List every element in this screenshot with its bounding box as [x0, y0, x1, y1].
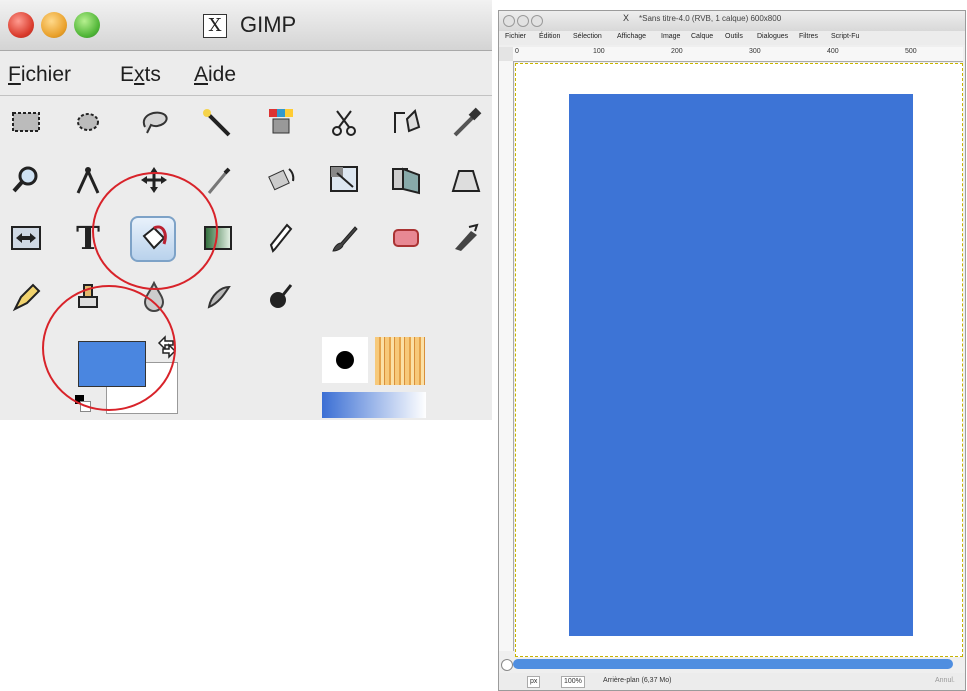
scale-icon[interactable] — [324, 160, 364, 200]
gradient-preview[interactable] — [322, 392, 426, 418]
menu-aide[interactable]: Aide — [194, 63, 236, 87]
menu-selection[interactable]: Sélection — [573, 33, 602, 40]
zoom-selector[interactable]: 100% — [561, 676, 585, 688]
ruler-label: 0 — [515, 48, 519, 55]
vertical-ruler[interactable] — [499, 61, 514, 651]
image-window-statusbar: px 100% Arrière-plan (6,37 Mo) Annul. — [499, 673, 965, 690]
menu-calque[interactable]: Calque — [691, 33, 713, 40]
measure-icon[interactable] — [68, 160, 108, 200]
toolbox-title: GIMP — [240, 12, 297, 37]
minimize-window-button[interactable] — [41, 12, 67, 38]
eraser-icon[interactable] — [386, 218, 426, 258]
dodge-burn-icon[interactable] — [260, 276, 300, 316]
color-picker-icon[interactable] — [446, 102, 486, 142]
zoom-window-button[interactable] — [74, 12, 100, 38]
menu-fichier[interactable]: Fichier — [505, 33, 526, 40]
shear-icon[interactable] — [386, 160, 426, 200]
select-by-color-icon[interactable] — [260, 102, 300, 142]
pattern-preview[interactable] — [375, 337, 425, 385]
pencil-icon[interactable] — [260, 218, 300, 258]
unit-selector[interactable]: px — [527, 676, 541, 688]
airbrush-icon[interactable] — [446, 218, 486, 258]
ruler-label: 500 — [905, 48, 917, 55]
layer-info: Arrière-plan (6,37 Mo) — [603, 677, 672, 684]
brush-preview[interactable] — [322, 337, 368, 383]
image-window-title: *Sans titre-4.0 (RVB, 1 calque) 600x800 — [639, 14, 782, 23]
zoom-window-button[interactable] — [531, 15, 543, 27]
menu-mnemonic: A — [194, 63, 209, 86]
image-window: X *Sans titre-4.0 (RVB, 1 calque) 600x80… — [498, 10, 966, 691]
image-canvas[interactable] — [515, 63, 963, 657]
paintbrush-icon[interactable] — [324, 218, 364, 258]
menu-outils[interactable]: Outils — [725, 33, 743, 40]
menu-mnemonic: F — [8, 63, 21, 86]
menu-fichier[interactable]: Fichier — [8, 63, 71, 87]
paths-icon[interactable] — [386, 102, 426, 142]
ellipse-select-icon[interactable] — [68, 102, 108, 142]
close-window-button[interactable] — [8, 12, 34, 38]
cancel-button[interactable]: Annul. — [935, 677, 955, 684]
quick-mask-corner[interactable] — [499, 47, 514, 62]
toolbox-window: X GIMP Fichier Exts Aide T — [0, 0, 492, 420]
zoom-icon[interactable] — [6, 160, 46, 200]
menu-script-fu[interactable]: Script-Fu — [831, 33, 859, 40]
horizontal-ruler[interactable]: 0 100 200 300 400 500 — [513, 47, 963, 62]
menu-exts[interactable]: Exts — [120, 63, 161, 87]
scissors-select-icon[interactable] — [324, 102, 364, 142]
horizontal-scrollbar[interactable] — [513, 659, 953, 669]
filled-layer-area — [569, 94, 913, 636]
ruler-label: 100 — [593, 48, 605, 55]
close-window-button[interactable] — [503, 15, 515, 27]
toolbox-menubar: Fichier Exts Aide — [0, 51, 492, 96]
menu-dialogues[interactable]: Dialogues — [757, 33, 788, 40]
toolbox-titlebar: X GIMP — [0, 0, 492, 51]
ruler-label: 200 — [671, 48, 683, 55]
minimize-window-button[interactable] — [517, 15, 529, 27]
image-window-titlebar: X *Sans titre-4.0 (RVB, 1 calque) 600x80… — [499, 11, 965, 31]
menu-affichage[interactable]: Affichage — [617, 33, 646, 40]
menu-filtres[interactable]: Filtres — [799, 33, 818, 40]
menu-edition[interactable]: Édition — [539, 33, 560, 40]
ruler-label: 300 — [749, 48, 761, 55]
perspective-icon[interactable] — [446, 160, 486, 200]
fuzzy-select-icon[interactable] — [198, 102, 238, 142]
image-window-menubar: Fichier Édition Sélection Affichage Imag… — [499, 31, 965, 45]
annotation-circle-colors — [42, 285, 176, 411]
annotation-circle-bucket — [92, 172, 218, 290]
flip-icon[interactable] — [6, 218, 46, 258]
rotate-icon[interactable] — [260, 160, 300, 200]
navigate-icon[interactable] — [501, 659, 513, 671]
brush-dot — [336, 351, 354, 369]
smudge-icon[interactable] — [198, 276, 238, 316]
ruler-label: 400 — [827, 48, 839, 55]
x11-icon: X — [203, 14, 227, 38]
menu-image[interactable]: Image — [661, 33, 680, 40]
free-select-icon[interactable] — [134, 102, 174, 142]
rect-select-icon[interactable] — [6, 102, 46, 142]
ink-icon[interactable] — [6, 276, 46, 316]
x11-icon: X — [623, 13, 630, 23]
menu-mnemonic: x — [134, 63, 145, 86]
